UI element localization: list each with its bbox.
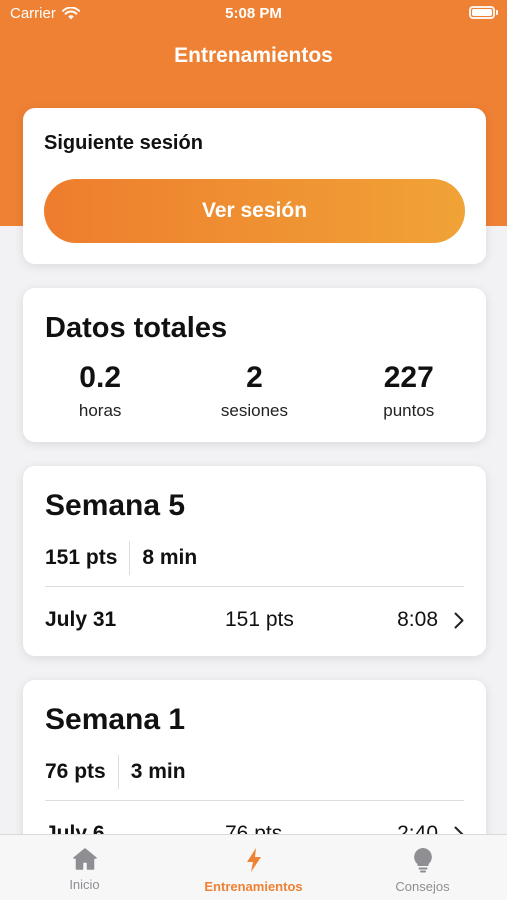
week-duration: 8 min	[142, 546, 198, 569]
scroll-content[interactable]: Siguiente sesión Ver sesión Datos totale…	[0, 0, 507, 834]
lightbulb-icon	[413, 848, 432, 873]
tab-label: Entrenamientos	[204, 879, 303, 894]
week-card: Semana 1 76 pts 3 min July 6 76 pts 2:40	[23, 680, 486, 834]
week-title: Semana 1	[45, 703, 186, 736]
totals-title: Datos totales	[45, 312, 228, 344]
tab-entrenamientos[interactable]: Entrenamientos	[169, 835, 338, 900]
week-summary: 151 pts 8 min	[45, 541, 197, 575]
session-date: July 31	[45, 608, 117, 631]
summary-divider	[117, 755, 119, 789]
week-points: 76 pts	[45, 760, 106, 783]
totals-stats: 0.2 horas 2 sesiones 227 puntos	[23, 361, 486, 421]
next-session-card: Siguiente sesión Ver sesión	[23, 108, 486, 264]
next-session-title: Siguiente sesión	[44, 132, 203, 154]
session-time: 2:40	[397, 822, 438, 834]
tab-label: Consejos	[395, 879, 450, 894]
session-points: 151 pts	[225, 608, 294, 631]
week-summary: 76 pts 3 min	[45, 755, 186, 789]
session-points: 76 pts	[225, 822, 283, 834]
session-date: July 6	[45, 822, 105, 834]
week-points: 151 pts	[45, 546, 118, 569]
house-icon	[72, 848, 97, 870]
stat-value: 227	[383, 361, 434, 394]
week-title: Semana 5	[45, 489, 186, 522]
stat-points: 227 puntos	[332, 361, 486, 421]
session-row[interactable]: July 31 151 pts 8:08	[45, 587, 464, 653]
week-duration: 3 min	[130, 760, 186, 783]
stat-label: puntos	[383, 401, 435, 420]
bolt-icon	[246, 848, 261, 872]
stat-sessions: 2 sesiones	[177, 361, 331, 421]
chevron-right-icon	[444, 826, 464, 834]
session-time: 8:08	[397, 608, 438, 631]
tab-inicio[interactable]: Inicio	[0, 835, 169, 900]
stat-value: 0.2	[79, 361, 122, 394]
session-row[interactable]: July 6 76 pts 2:40	[45, 801, 464, 834]
tab-consejos[interactable]: Consejos	[338, 835, 507, 900]
summary-divider	[129, 541, 131, 575]
tab-bar: Inicio Entrenamientos Consejos	[0, 834, 507, 900]
tab-label: Inicio	[69, 877, 100, 892]
stat-value: 2	[246, 361, 263, 394]
stat-label: sesiones	[220, 401, 289, 420]
stat-label: horas	[78, 401, 122, 420]
totals-card: Datos totales 0.2 horas 2 sesiones 227 p…	[23, 288, 486, 442]
chevron-right-icon	[444, 612, 464, 629]
view-session-button[interactable]: Ver sesión	[44, 179, 465, 243]
stat-hours: 0.2 horas	[23, 361, 177, 421]
week-card: Semana 5 151 pts 8 min July 31 151 pts 8…	[23, 466, 486, 656]
